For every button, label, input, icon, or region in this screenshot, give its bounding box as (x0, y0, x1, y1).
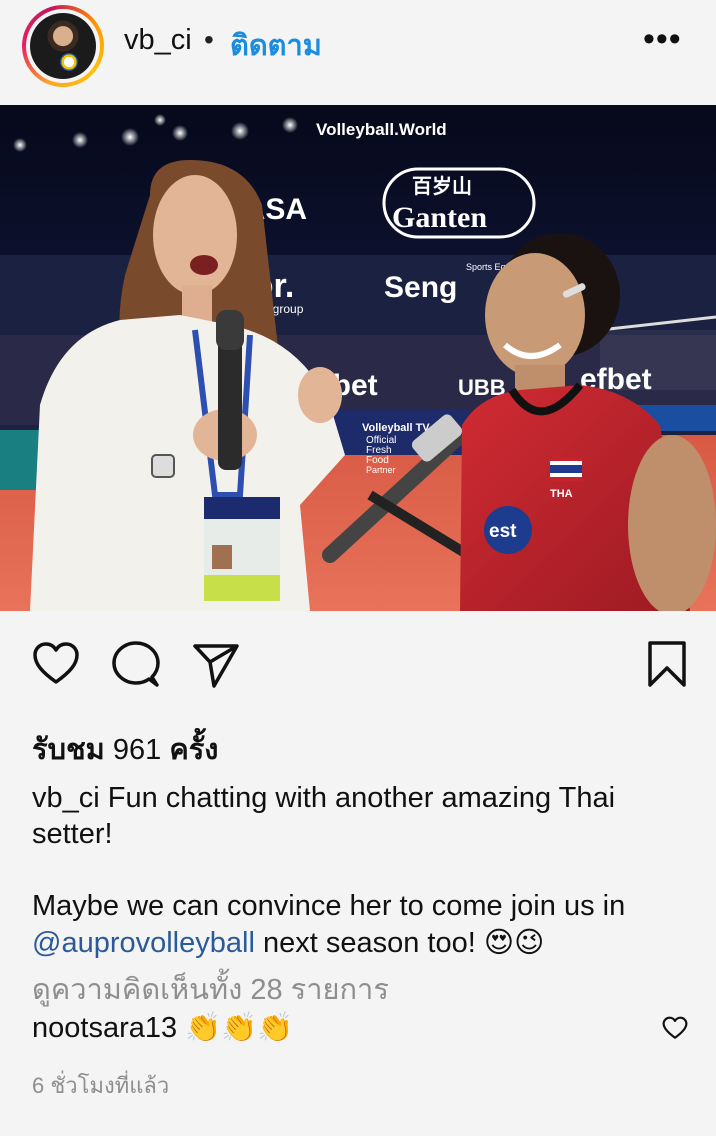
ganten-logo: Ganten (392, 201, 487, 234)
partner-text: Partner (366, 465, 396, 475)
post-username[interactable]: vb_ci (124, 24, 192, 57)
caption-line-2-end: next season too! (262, 927, 476, 959)
post-caption: vb_ci Fun chatting with another amazing … (32, 780, 692, 961)
comment-icon[interactable] (112, 640, 160, 688)
story-ring[interactable] (22, 5, 104, 87)
mention-link[interactable]: @auprovolleyball (32, 927, 255, 959)
heart-icon[interactable] (32, 640, 80, 688)
view-all-comments-link[interactable]: ดูความคิดเห็นทั้ง 28 รายการ (32, 966, 389, 1012)
more-options-icon[interactable]: ••• (643, 22, 682, 56)
seng-logo: Seng (384, 271, 457, 304)
avatar[interactable] (30, 13, 96, 79)
post-media[interactable]: Volleyball.World KASA 百岁山 Ganten flor. f… (0, 105, 716, 611)
action-bar (0, 640, 716, 700)
jersey-sponsor: est (489, 521, 517, 542)
follow-button[interactable]: ติดตาม (230, 22, 322, 68)
views-prefix: รับชม (32, 734, 105, 766)
separator-dot: • (204, 24, 214, 55)
post-timestamp: 6 ชั่วโมงที่แล้ว (32, 1073, 170, 1098)
caption-line-2: Maybe we can convince her to come join u… (32, 890, 626, 922)
comment-username[interactable]: nootsara13 (32, 1012, 177, 1044)
volleyball-tv-text: Volleyball TV (362, 422, 430, 434)
view-count: รับชม 961 ครั้ง (32, 726, 218, 772)
post-header: vb_ci • ติดตาม ••• (0, 0, 716, 88)
caption-username[interactable]: vb_ci (32, 782, 100, 814)
top-comment: nootsara13 👏👏👏 (32, 1010, 294, 1045)
views-suffix: ครั้ง (169, 734, 219, 766)
caption-emojis: 😍😉 (483, 925, 545, 959)
ceiling-lights (13, 114, 298, 152)
country-code: THA (550, 488, 573, 500)
caption-line-1: Fun chatting with another amazing Thai s… (32, 782, 616, 850)
comment-text: 👏👏👏 (185, 1010, 294, 1044)
comment-like-icon[interactable] (662, 1016, 688, 1040)
baisuishan-logo: 百岁山 (412, 174, 472, 198)
send-icon[interactable] (192, 640, 240, 688)
volleyball-icon (60, 53, 78, 71)
interviewer-figure (30, 160, 345, 611)
bookmark-icon[interactable] (646, 640, 688, 688)
volleyball-world-logo: Volleyball.World (316, 120, 447, 139)
views-number: 961 (112, 734, 162, 766)
